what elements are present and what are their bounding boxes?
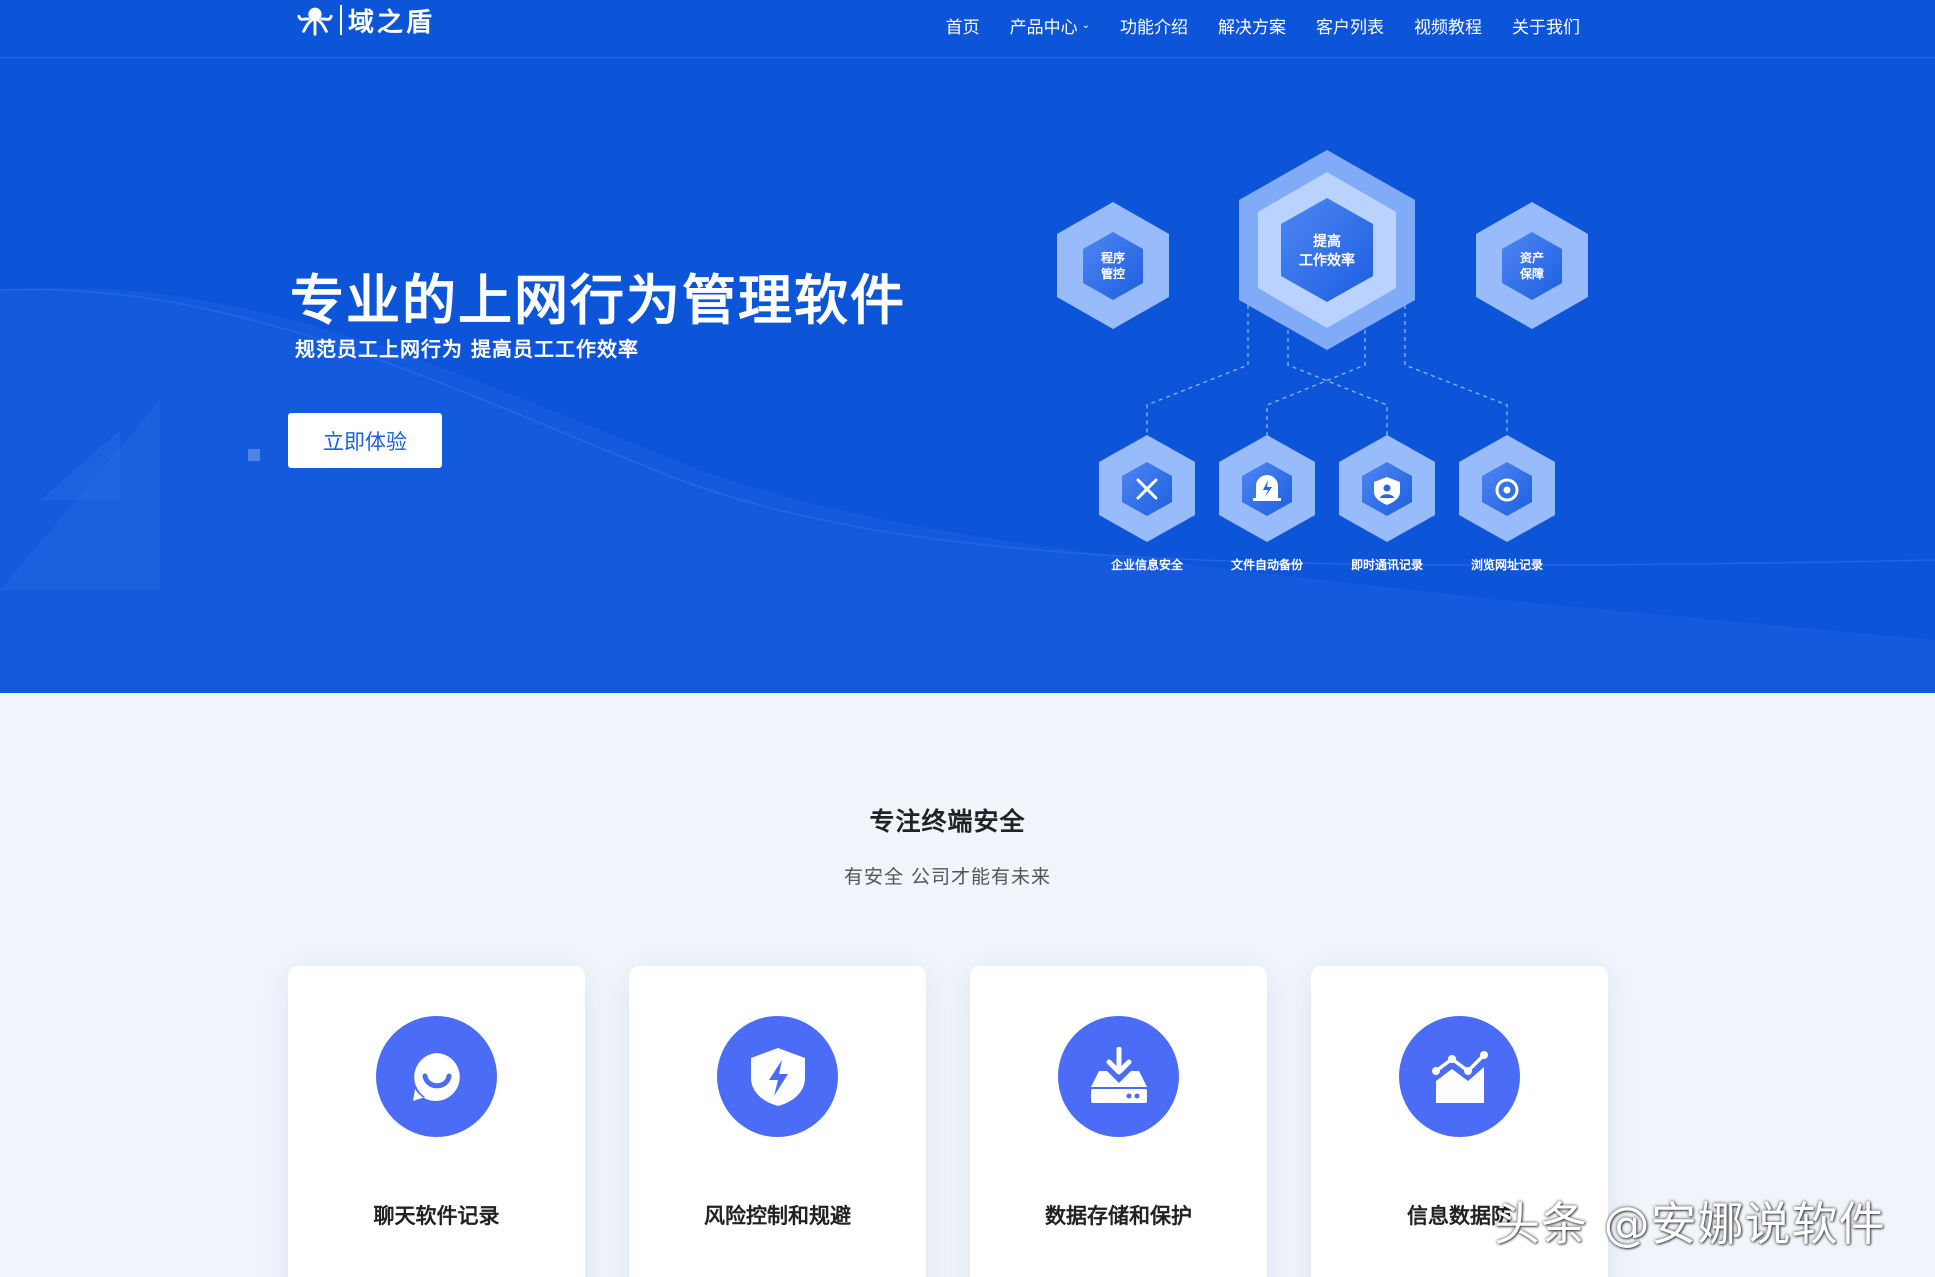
- hex-right-line1: 资产: [1520, 250, 1544, 265]
- nav-label: 解决方案: [1218, 17, 1286, 38]
- hex-enterprise-security: 企业信息安全: [1099, 435, 1195, 572]
- hex-label-enterprise-security: 企业信息安全: [1110, 557, 1184, 572]
- hex-asset-guarantee: 资产 保障: [1476, 202, 1588, 329]
- hero-subtitle: 规范员工上网行为 提高员工工作效率: [295, 337, 639, 361]
- decorative-square: [248, 449, 260, 461]
- storage-download-icon: [1058, 1016, 1179, 1137]
- nav-label: 客户列表: [1316, 17, 1384, 38]
- nav-label: 首页: [945, 17, 980, 38]
- feature-card-label: 聊天软件记录: [373, 1204, 500, 1228]
- hero-banner: 域之盾 首页 产品中心 ⌄ 功能介绍 解决方案 客户列表 视频教程 关于我们 专业…: [0, 0, 1935, 693]
- hero-title: 专业的上网行为管理软件: [290, 269, 906, 332]
- hex-center-line2: 工作效率: [1299, 252, 1355, 269]
- logo-divider: [340, 5, 342, 35]
- hex-im-records: 即时通讯记录: [1339, 435, 1435, 572]
- watermark-text: 头条 @安娜说软件: [1494, 1197, 1886, 1251]
- nav-item-home[interactable]: 首页: [931, 13, 995, 38]
- nav-item-customers[interactable]: 客户列表: [1301, 13, 1399, 38]
- page: 域之盾 首页 产品中心 ⌄ 功能介绍 解决方案 客户列表 视频教程 关于我们 专业…: [0, 0, 1935, 1277]
- feature-card-storage[interactable]: 数据存储和保护: [970, 966, 1267, 1277]
- feature-card-risk[interactable]: 风险控制和规避: [629, 966, 926, 1277]
- feature-card-label: 风险控制和规避: [704, 1204, 851, 1228]
- shield-bolt-icon: [717, 1016, 838, 1137]
- octopus-logo-icon: [297, 7, 333, 36]
- hex-file-backup: 文件自动备份: [1219, 435, 1315, 572]
- hex-url-records: 浏览网址记录: [1459, 435, 1555, 572]
- brand-logo[interactable]: 域之盾: [296, 0, 435, 40]
- nav-item-solutions[interactable]: 解决方案: [1203, 13, 1301, 38]
- hex-center: 提高 工作效率: [1239, 150, 1415, 350]
- hex-left-line2: 管控: [1101, 266, 1125, 281]
- hex-program-control: 程序 管控: [1057, 202, 1169, 329]
- nav-item-products[interactable]: 产品中心 ⌄: [995, 13, 1105, 38]
- section-title: 专注终端安全: [869, 807, 1026, 836]
- hex-label-url-records: 浏览网址记录: [1471, 557, 1543, 572]
- chevron-down-icon: ⌄: [1081, 19, 1090, 31]
- hex-left-line1: 程序: [1101, 250, 1125, 265]
- top-navbar: 域之盾 首页 产品中心 ⌄ 功能介绍 解决方案 客户列表 视频教程 关于我们: [0, 0, 1935, 58]
- main-nav: 首页 产品中心 ⌄ 功能介绍 解决方案 客户列表 视频教程 关于我们: [931, 0, 1595, 50]
- section-subtitle: 有安全 公司才能有未来: [843, 866, 1052, 888]
- brand-name: 域之盾: [348, 7, 436, 38]
- hex-label-file-backup: 文件自动备份: [1231, 557, 1304, 572]
- nav-label: 视频教程: [1414, 17, 1482, 38]
- feature-card-label: 数据存储和保护: [1045, 1204, 1192, 1228]
- hex-right-line2: 保障: [1519, 266, 1544, 281]
- nav-item-about[interactable]: 关于我们: [1497, 13, 1595, 38]
- nav-label: 功能介绍: [1120, 17, 1188, 38]
- chart-trend-icon: [1399, 1016, 1520, 1137]
- nav-item-tutorials[interactable]: 视频教程: [1399, 13, 1497, 38]
- nav-label: 产品中心: [1009, 17, 1078, 38]
- nav-label: 关于我们: [1512, 17, 1580, 38]
- chat-bubble-icon: [376, 1016, 497, 1137]
- nav-item-features[interactable]: 功能介绍: [1105, 13, 1203, 38]
- hero-background-waves: [0, 287, 1935, 693]
- hex-center-line1: 提高: [1313, 233, 1341, 250]
- feature-hex-diagram: 提高 工作效率 程序 管控 资产 保障 企业信息安全 文件自动备份 即时通讯记录…: [1057, 150, 1588, 572]
- hex-label-im-records: 即时通讯记录: [1351, 557, 1423, 572]
- try-now-button[interactable]: 立即体验: [288, 413, 442, 468]
- feature-card-chat[interactable]: 聊天软件记录: [288, 966, 585, 1277]
